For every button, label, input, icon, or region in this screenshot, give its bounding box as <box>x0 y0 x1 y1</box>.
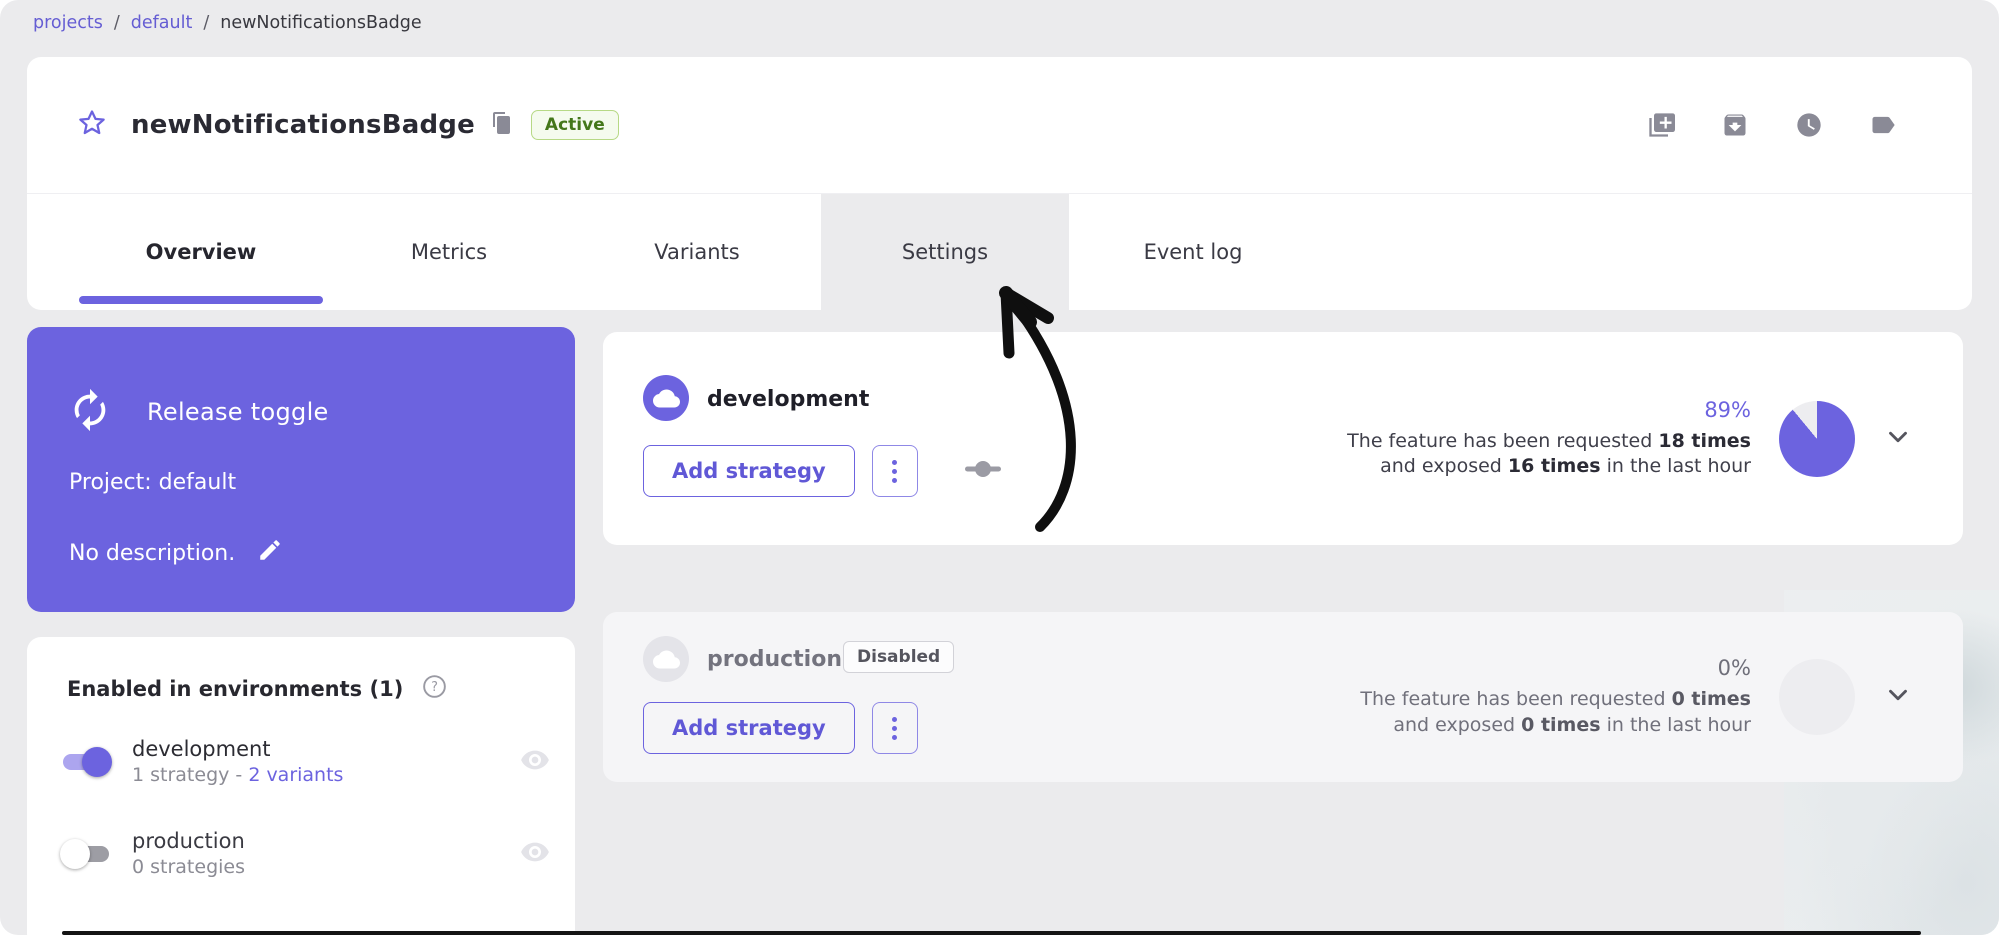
svg-text:?: ? <box>431 680 438 695</box>
toggle-type-card: Release toggle Project: default No descr… <box>27 327 575 612</box>
toggle-type-label: Release toggle <box>147 398 329 426</box>
environment-strategy-count: 1 strategy - <box>132 764 248 786</box>
header-actions <box>1647 111 1897 139</box>
environment-card-title: production <box>707 647 842 672</box>
project-label: Project: default <box>69 470 236 495</box>
archive-icon[interactable] <box>1721 111 1749 139</box>
metrics-summary: 0% The feature has been requested 0 time… <box>1341 612 1913 782</box>
development-toggle[interactable] <box>60 745 112 779</box>
variants-link[interactable]: 2 variants <box>248 764 343 786</box>
help-icon[interactable]: ? <box>421 673 448 704</box>
status-badge: Active <box>531 110 619 140</box>
page-title: newNotificationsBadge <box>131 110 475 140</box>
environment-strategy-count: 0 strategies <box>132 856 245 878</box>
release-toggle-icon <box>67 387 113 437</box>
tab-bar: Overview Metrics Variants Settings Event… <box>27 194 1972 310</box>
enabled-environments-panel: Enabled in environments (1) ? developmen… <box>27 637 575 935</box>
tab-metrics[interactable]: Metrics <box>325 194 573 310</box>
breadcrumb-separator: / <box>114 13 120 33</box>
exposure-percentage: 89% <box>1341 398 1751 422</box>
chevron-down-icon[interactable] <box>1883 422 1913 456</box>
cloud-icon <box>643 636 689 682</box>
rollout-strategy-icon <box>961 454 1005 488</box>
metrics-description: The feature has been requested 0 times a… <box>1341 687 1751 737</box>
copy-name-icon[interactable] <box>489 111 513 139</box>
tab-overview[interactable]: Overview <box>77 194 325 310</box>
environment-menu-button[interactable] <box>872 702 918 754</box>
environment-menu-button[interactable] <box>872 445 918 497</box>
environment-row-development: development 1 strategy - 2 variants <box>60 737 551 786</box>
breadcrumb-project-link[interactable]: default <box>131 13 193 33</box>
environment-card-development: development Add strategy 89% The feature… <box>603 332 1963 545</box>
breadcrumb-current: newNotificationsBadge <box>220 13 421 33</box>
eye-icon[interactable] <box>519 744 551 780</box>
feature-header: newNotificationsBadge Active <box>27 57 1972 194</box>
cloud-icon <box>643 375 689 421</box>
tab-variants[interactable]: Variants <box>573 194 821 310</box>
feature-toggle-page: projects / default / newNotificationsBad… <box>0 0 1999 935</box>
exposure-pie-chart <box>1779 659 1855 735</box>
history-icon[interactable] <box>1795 111 1823 139</box>
metrics-description: The feature has been requested 18 times … <box>1341 429 1751 479</box>
chevron-down-icon[interactable] <box>1883 680 1913 714</box>
window-bottom-edge <box>62 931 1921 935</box>
tag-icon[interactable] <box>1869 111 1897 139</box>
environment-row-production: production 0 strategies <box>60 829 551 878</box>
breadcrumb: projects / default / newNotificationsBad… <box>33 13 422 33</box>
eye-icon[interactable] <box>519 836 551 872</box>
feature-header-card: newNotificationsBadge Active <box>27 57 1972 310</box>
environment-name: production <box>132 829 245 853</box>
add-strategy-button[interactable]: Add strategy <box>643 445 855 497</box>
edit-description-icon[interactable] <box>257 537 283 569</box>
add-strategy-button[interactable]: Add strategy <box>643 702 855 754</box>
tab-settings[interactable]: Settings <box>821 194 1069 310</box>
environment-card-production: production Disabled Add strategy 0% The … <box>603 612 1963 782</box>
breadcrumb-separator: / <box>203 13 209 33</box>
environment-card-title: development <box>707 387 869 412</box>
description-label: No description. <box>69 541 235 566</box>
enabled-environments-title: Enabled in environments (1) <box>67 677 403 701</box>
copy-feature-icon[interactable] <box>1647 111 1675 139</box>
favorite-star-icon[interactable] <box>77 108 107 142</box>
disabled-badge: Disabled <box>843 641 954 673</box>
tab-event-log[interactable]: Event log <box>1069 194 1317 310</box>
production-toggle[interactable] <box>60 837 112 871</box>
metrics-summary: 89% The feature has been requested 18 ti… <box>1341 332 1913 545</box>
exposure-pie-chart <box>1779 401 1855 477</box>
breadcrumb-projects-link[interactable]: projects <box>33 13 103 33</box>
environment-name: development <box>132 737 343 761</box>
exposure-percentage: 0% <box>1341 656 1751 680</box>
